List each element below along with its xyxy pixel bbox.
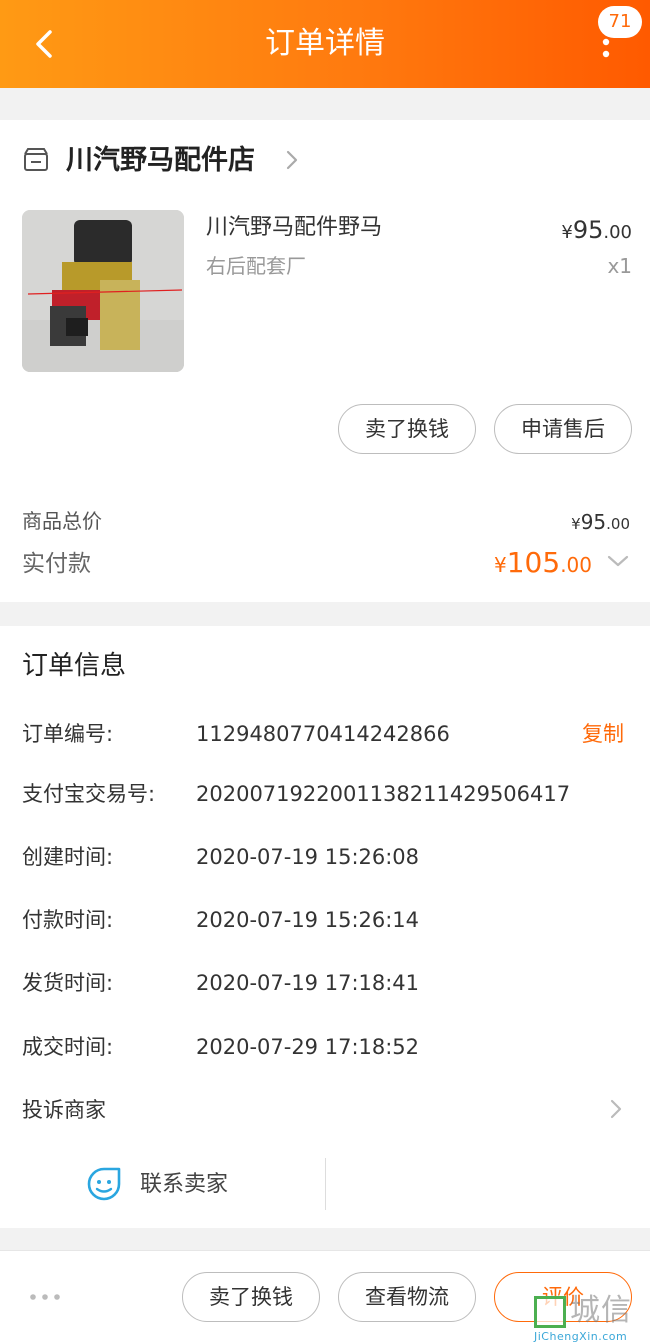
created-time-value: 2020-07-19 15:26:08 [196, 845, 420, 869]
product-name[interactable]: 川汽野马配件野马 [206, 212, 382, 244]
header-bar: 订单详情 71 [0, 0, 650, 88]
created-time-label: 创建时间: [22, 845, 114, 869]
page-title: 订单详情 [265, 26, 385, 61]
watermark-text: 城信 [570, 1293, 632, 1328]
watermark-url: JiChengXin.com [534, 1330, 628, 1343]
paid-amount-label: 实付款 [22, 551, 91, 577]
shipped-time-label: 发货时间: [22, 971, 114, 995]
goods-total-value: ¥95.00 [571, 510, 630, 534]
completed-time-label: 成交时间: [22, 1035, 114, 1059]
product-quantity: x1 [607, 254, 632, 278]
shipped-time-value: 2020-07-19 17:18:41 [196, 971, 420, 995]
chat-face-icon[interactable] [86, 1166, 122, 1202]
watermark-emblem-icon [534, 1296, 566, 1328]
chevron-down-icon[interactable] [606, 552, 630, 570]
divider [325, 1158, 326, 1210]
product-spec: 右后配套厂 [206, 254, 306, 278]
bottom-resell-button[interactable]: 卖了换钱 [182, 1272, 320, 1322]
after-sales-button[interactable]: 申请售后 [494, 404, 632, 454]
product-price: ¥95.00 [561, 216, 632, 244]
resell-button[interactable]: 卖了换钱 [338, 404, 476, 454]
alipay-trade-label: 支付宝交易号: [22, 782, 156, 806]
more-dots-icon[interactable] [28, 1292, 62, 1302]
view-logistics-button[interactable]: 查看物流 [338, 1272, 476, 1322]
watermark-logo: 城信 JiChengXin.com [534, 1292, 650, 1343]
paid-time-label: 付款时间: [22, 908, 114, 932]
paid-amount-value: ¥105.00 [494, 546, 592, 579]
chevron-right-icon[interactable] [284, 146, 300, 174]
order-info-title: 订单信息 [22, 651, 127, 681]
alipay-trade-value: 2020071922001138211429506417 [196, 782, 571, 806]
order-number-value: 1129480770414242866 [196, 722, 450, 746]
chevron-right-icon[interactable] [608, 1096, 624, 1122]
paid-time-value: 2020-07-19 15:26:14 [196, 908, 420, 932]
completed-time-value: 2020-07-29 17:18:52 [196, 1035, 420, 1059]
shop-icon [24, 148, 48, 171]
more-options-icon[interactable] [596, 34, 616, 64]
shop-name[interactable]: 川汽野马配件店 [66, 142, 255, 180]
copy-button[interactable]: 复制 [582, 719, 624, 749]
complain-seller-link[interactable]: 投诉商家 [22, 1095, 106, 1125]
contact-seller-button[interactable]: 联系卖家 [140, 1170, 228, 1200]
goods-total-label: 商品总价 [22, 509, 102, 533]
order-number-label: 订单编号: [22, 722, 114, 746]
product-image[interactable] [22, 210, 184, 372]
